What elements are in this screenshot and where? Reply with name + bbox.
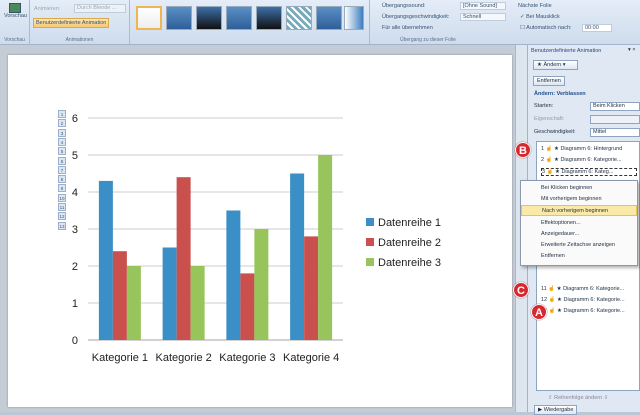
y-tick-label: 6 (72, 113, 78, 125)
auto-after-checkbox[interactable]: ☐ Automatisch nach: (520, 25, 571, 31)
bar-datenreihe-3 (126, 266, 141, 340)
on-click-checkbox[interactable]: ✓ Bei Mausklick (520, 14, 560, 20)
legend-label: Datenreihe 3 (378, 257, 441, 269)
animation-list[interactable]: 1 ☝ ★ Diagramm 6: Hintergrund 2 ☝ ★ Diag… (536, 141, 640, 391)
context-menu: Bei Klicken beginnen Mit vorherigem begi… (520, 180, 638, 266)
legend-swatch (366, 238, 374, 246)
list-item[interactable]: 11 ☝ ★ Diagramm 6: Kategorie... (541, 286, 624, 292)
bar-datenreihe-1 (290, 173, 305, 340)
list-item[interactable]: 2 ☝ ★ Diagramm 6: Kategorie... (541, 157, 622, 163)
change-button[interactable]: ★ Ändern ▾ (533, 60, 578, 70)
list-item[interactable]: 13 ☝ ★ Diagramm 6: Kategorie... (541, 308, 625, 314)
bar-datenreihe-2 (304, 236, 319, 340)
bar-datenreihe-3 (190, 266, 205, 340)
bar-datenreihe-1 (162, 247, 177, 340)
y-tick-label: 2 (72, 261, 78, 273)
play-button[interactable]: ▶ Wiedergabe (534, 405, 578, 415)
pane-close-icon[interactable]: ▾ × (628, 47, 636, 53)
y-tick-label: 5 (72, 150, 78, 162)
menu-item-advanced-timeline[interactable]: Erweiterte Zeitachse anzeigen (521, 240, 637, 251)
pane-title: Benutzerdefinierte Animation (531, 48, 602, 54)
effect-heading: Ändern: Verblassen (534, 91, 586, 97)
list-item-selected[interactable]: 3 ☝ ★ Diagramm 6: Kateg... (541, 168, 637, 176)
menu-item-with-previous[interactable]: Mit vorherigem beginnen (521, 194, 637, 205)
legend-swatch (366, 258, 374, 266)
bar-datenreihe-2 (240, 273, 255, 340)
start-select[interactable]: Beim Klicken (590, 102, 640, 111)
menu-item-on-click[interactable]: Bei Klicken beginnen (521, 183, 637, 194)
bar-datenreihe-3 (254, 229, 269, 340)
menu-item-effect-options[interactable]: Effektoptionen... (521, 218, 637, 229)
legend-label: Datenreihe 2 (378, 237, 441, 249)
marker-c: C (513, 282, 529, 298)
legend-label: Datenreihe 1 (378, 217, 441, 229)
bar-datenreihe-2 (176, 177, 191, 340)
auto-time-input[interactable]: 00:00 (582, 24, 612, 32)
reorder-control[interactable]: ⇧ Reihenfolge ändern ⇩ (548, 395, 608, 401)
menu-item-after-previous[interactable]: Nach vorherigem beginnen (521, 205, 637, 216)
list-item[interactable]: 12 ☝ ★ Diagramm 6: Kategorie... (541, 297, 625, 303)
x-tick-label: Kategorie 3 (219, 352, 275, 364)
marker-a: A (531, 304, 547, 320)
menu-item-remove[interactable]: Entfernen (521, 251, 637, 262)
bar-datenreihe-3 (318, 155, 333, 340)
y-tick-label: 1 (72, 298, 78, 310)
chart[interactable]: 0 1 2 3 4 5 6 Kategorie 1 Kategorie 2 Kategorie 3… (0, 0, 515, 412)
bar-datenreihe-1 (98, 180, 113, 340)
menu-item-timing[interactable]: Anzeigedauer... (521, 229, 637, 240)
y-tick-label: 0 (72, 335, 78, 347)
legend-swatch (366, 218, 374, 226)
x-tick-label: Kategorie 2 (155, 352, 211, 364)
x-tick-label: Kategorie 4 (283, 352, 339, 364)
property-select[interactable] (590, 115, 640, 124)
remove-button[interactable]: Entfernen (533, 76, 565, 86)
marker-b: B (515, 142, 531, 158)
y-tick-label: 3 (72, 224, 78, 236)
x-tick-label: Kategorie 1 (92, 352, 148, 364)
y-tick-label: 4 (72, 187, 78, 199)
bar-datenreihe-1 (226, 210, 241, 340)
bar-datenreihe-2 (112, 251, 127, 340)
speed-select[interactable]: Mittel (590, 128, 640, 137)
list-item[interactable]: 1 ☝ ★ Diagramm 6: Hintergrund (541, 146, 622, 152)
